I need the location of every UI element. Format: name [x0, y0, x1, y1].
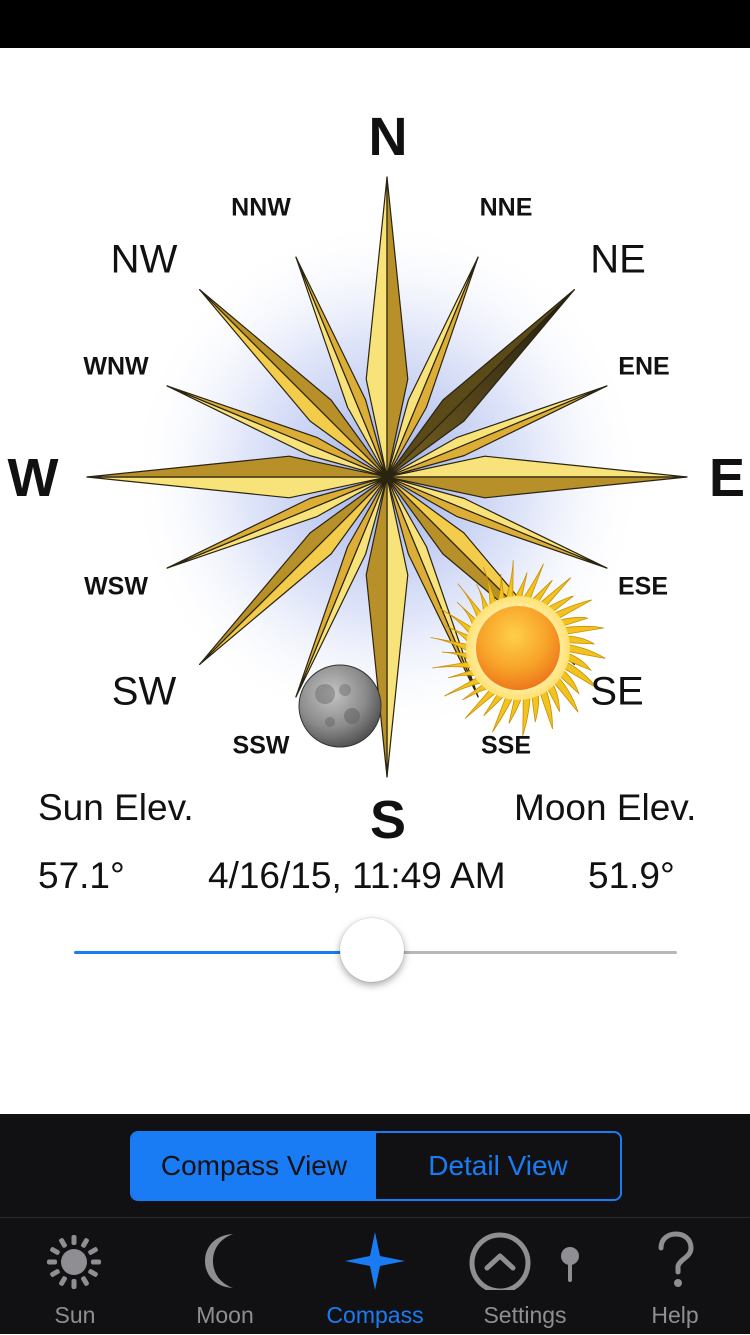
label-nw: NW [110, 237, 178, 282]
sun-tab-ray [88, 1269, 98, 1277]
label-ene: ENE [618, 352, 670, 381]
slider-track-filled [74, 951, 372, 954]
sun-tab-ray [50, 1247, 60, 1255]
time-slider[interactable] [74, 918, 677, 982]
view-segmented-control: Compass View Detail View [130, 1131, 622, 1201]
tab-sun[interactable]: Sun [0, 1218, 150, 1335]
tab-bar: Sun Moon Compass Settings Help [0, 1217, 750, 1335]
settings-dial-icon [469, 1232, 579, 1290]
slider-thumb[interactable] [340, 918, 404, 982]
label-wsw: WSW [84, 572, 148, 601]
tab-compass-label: Compass [326, 1302, 424, 1328]
crescent-moon-icon [205, 1234, 233, 1288]
label-ese: ESE [617, 572, 669, 601]
sun-ray [531, 693, 540, 723]
slider-track-empty [372, 951, 677, 954]
compass-rose: N E S W NE SE SW NW NNE ENE ESE SSE SSW … [0, 48, 750, 850]
tab-help-label: Help [651, 1302, 699, 1328]
moon-icon [298, 664, 382, 748]
label-sse: SSE [480, 731, 532, 760]
sun-tab-ray [88, 1247, 98, 1255]
label-se: SE [590, 669, 644, 714]
tab-sun-label: Sun [54, 1302, 96, 1328]
tab-moon[interactable]: Moon [150, 1218, 300, 1335]
sun-tab-ray [59, 1238, 67, 1248]
compass-view-segment[interactable]: Compass View [132, 1133, 376, 1199]
sun-elevation-value: 57.1° [38, 855, 125, 896]
sun-tab-ray [59, 1276, 67, 1286]
tab-help[interactable]: Help [600, 1218, 750, 1335]
bottom-bar: Compass View Detail View Sun Moon Compas… [0, 1114, 750, 1334]
sun-ray [522, 696, 531, 736]
label-nne: NNE [479, 193, 533, 222]
sun-tab-ray [81, 1276, 89, 1286]
tab-moon-label: Moon [196, 1302, 254, 1328]
sun-elevation-label: Sun Elev. [38, 787, 194, 828]
label-ssw: SSW [232, 731, 290, 760]
sun-tab-icon [47, 1235, 101, 1289]
moon-elevation-value: 51.9° [588, 855, 675, 896]
sun-tab-ray [91, 1259, 101, 1265]
tab-compass[interactable]: Compass [300, 1218, 450, 1335]
detail-view-segment[interactable]: Detail View [376, 1133, 620, 1199]
sun-tab-ray [81, 1238, 89, 1248]
label-w: W [7, 448, 59, 508]
label-e: E [708, 448, 746, 508]
tab-settings-label: Settings [483, 1302, 567, 1328]
label-n: N [368, 107, 408, 167]
label-ne: NE [590, 237, 646, 282]
tab-settings[interactable]: Settings [450, 1218, 600, 1335]
status-bar [0, 0, 750, 48]
label-sw: SW [111, 669, 177, 714]
question-mark-icon [658, 1231, 694, 1287]
compass-star-icon [345, 1232, 405, 1290]
datetime-display: 4/16/15, 11:49 AM [208, 855, 506, 896]
sun-tab-ray [47, 1259, 57, 1265]
label-wnw: WNW [83, 352, 149, 381]
label-s: S [369, 790, 407, 850]
sun-tab-ray [71, 1235, 77, 1245]
moon-elevation-label: Moon Elev. [514, 787, 697, 828]
sun-tab-ray [71, 1279, 77, 1289]
label-nnw: NNW [231, 193, 291, 222]
sun-tab-ray [50, 1269, 60, 1277]
